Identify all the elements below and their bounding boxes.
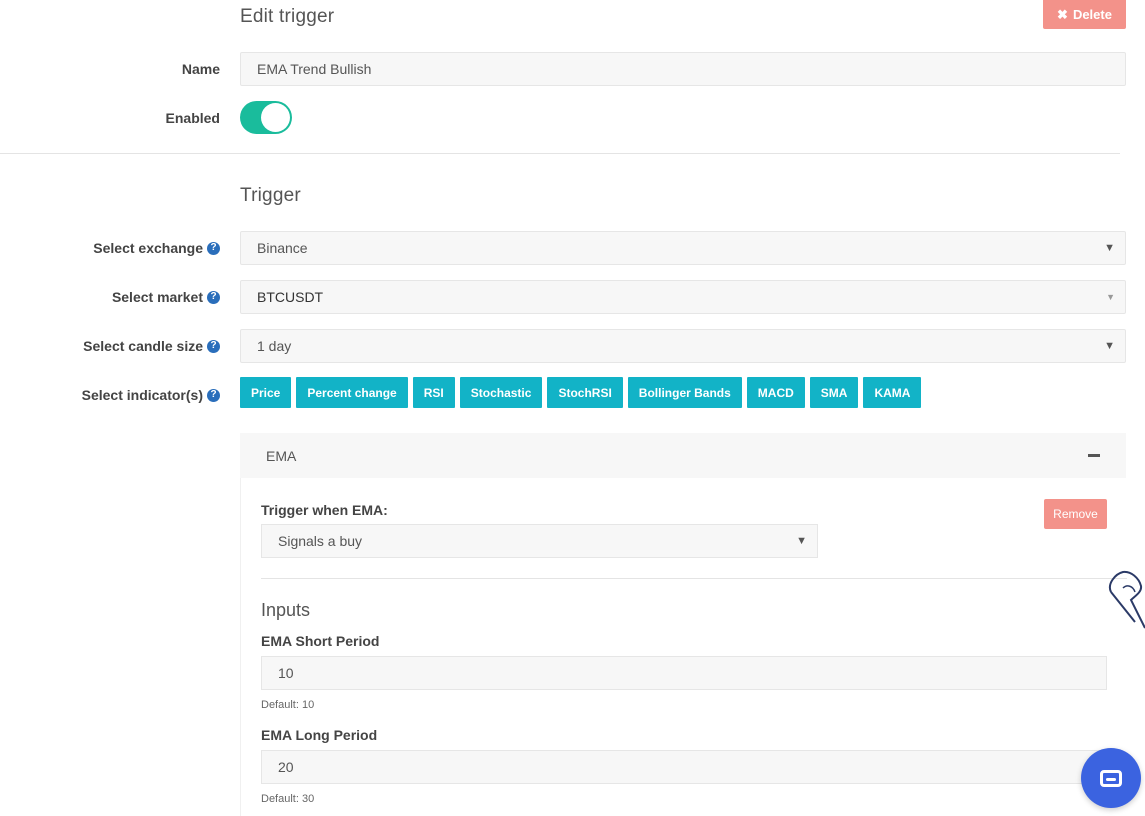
name-label: Name [181, 61, 220, 77]
trigger-section-title: Trigger [240, 185, 301, 206]
indicators-label: Select indicator(s) ? [82, 387, 220, 403]
ema-short-period-default: Default: 10 [261, 699, 315, 711]
remove-button[interactable]: Remove [1044, 499, 1107, 529]
decorative-sketch-icon [1109, 570, 1145, 629]
indicator-button-stochastic[interactable]: Stochastic [459, 377, 543, 408]
caret-down-icon: ▼ [796, 535, 807, 547]
exchange-label-text: Select exchange [93, 240, 203, 256]
indicator-button-macd[interactable]: MACD [746, 377, 805, 408]
indicator-button-rsi[interactable]: RSI [412, 377, 455, 408]
market-select[interactable]: BTCUSDT ▼ [240, 280, 1126, 314]
market-select-value: BTCUSDT [257, 289, 324, 305]
indicator-button-stochrsi[interactable]: StochRSI [547, 377, 623, 408]
enabled-toggle[interactable] [240, 101, 292, 134]
indicator-button-price[interactable]: Price [240, 377, 292, 408]
ema-panel-header[interactable]: EMA [240, 433, 1126, 478]
help-icon[interactable]: ? [207, 290, 220, 304]
caret-down-icon: ▼ [1104, 242, 1115, 254]
caret-down-icon: ▼ [1106, 292, 1115, 302]
exchange-label: Select exchange ? [93, 240, 220, 256]
trigger-when-value: Signals a buy [278, 533, 363, 549]
chat-widget-button[interactable] [1081, 748, 1141, 808]
indicator-button-percent-change[interactable]: Percent change [296, 377, 408, 408]
ema-long-period-label: EMA Long Period [261, 727, 378, 743]
trigger-when-select[interactable]: Signals a buy ▼ [261, 524, 818, 558]
close-icon: ✖ [1057, 6, 1068, 22]
indicator-button-sma[interactable]: SMA [809, 377, 859, 408]
delete-button-label: Delete [1072, 7, 1112, 22]
market-label: Select market ? [112, 289, 220, 305]
enabled-label: Enabled [165, 110, 220, 126]
ema-long-period-default: Default: 30 [261, 793, 315, 805]
page-title: Edit trigger [240, 6, 335, 27]
market-label-text: Select market [111, 289, 203, 305]
candle-size-label: Select candle size ? [83, 338, 220, 354]
ema-panel-body: Trigger when EMA: Signals a buy ▼ Remove… [240, 478, 1127, 816]
indicator-button-kama[interactable]: KAMA [863, 377, 922, 408]
help-icon[interactable]: ? [207, 339, 220, 353]
ema-short-period-input[interactable]: 10 [261, 656, 1107, 690]
toggle-knob [261, 103, 290, 132]
section-divider [0, 153, 1120, 154]
ema-panel: EMA Trigger when EMA: Signals a buy ▼ Re… [240, 433, 1127, 816]
ema-panel-title: EMA [266, 447, 297, 464]
candle-size-label-text: Select candle size [83, 338, 203, 354]
candle-size-select[interactable]: 1 day ▼ [240, 329, 1126, 363]
exchange-select[interactable]: Binance ▼ [240, 231, 1126, 265]
ema-long-period-input[interactable]: 20 [261, 750, 1107, 784]
indicators-label-text: Select indicator(s) [81, 387, 203, 403]
trigger-when-label: Trigger when EMA: [261, 502, 388, 518]
panel-divider [261, 578, 1127, 579]
exchange-select-value: Binance [257, 240, 308, 256]
help-icon[interactable]: ? [207, 241, 220, 255]
indicator-buttons: Price Percent change RSI Stochastic Stoc… [240, 377, 922, 408]
indicator-button-bollinger-bands[interactable]: Bollinger Bands [627, 377, 742, 408]
help-icon[interactable]: ? [207, 388, 220, 402]
caret-down-icon: ▼ [1104, 340, 1115, 352]
minus-icon[interactable] [1088, 454, 1100, 457]
inputs-title: Inputs [261, 600, 311, 620]
candle-size-select-value: 1 day [257, 338, 292, 354]
name-input[interactable]: EMA Trend Bullish [240, 52, 1126, 86]
delete-button[interactable]: ✖ Delete [1043, 0, 1126, 29]
chat-icon [1100, 769, 1122, 787]
ema-short-period-label: EMA Short Period [261, 633, 380, 649]
